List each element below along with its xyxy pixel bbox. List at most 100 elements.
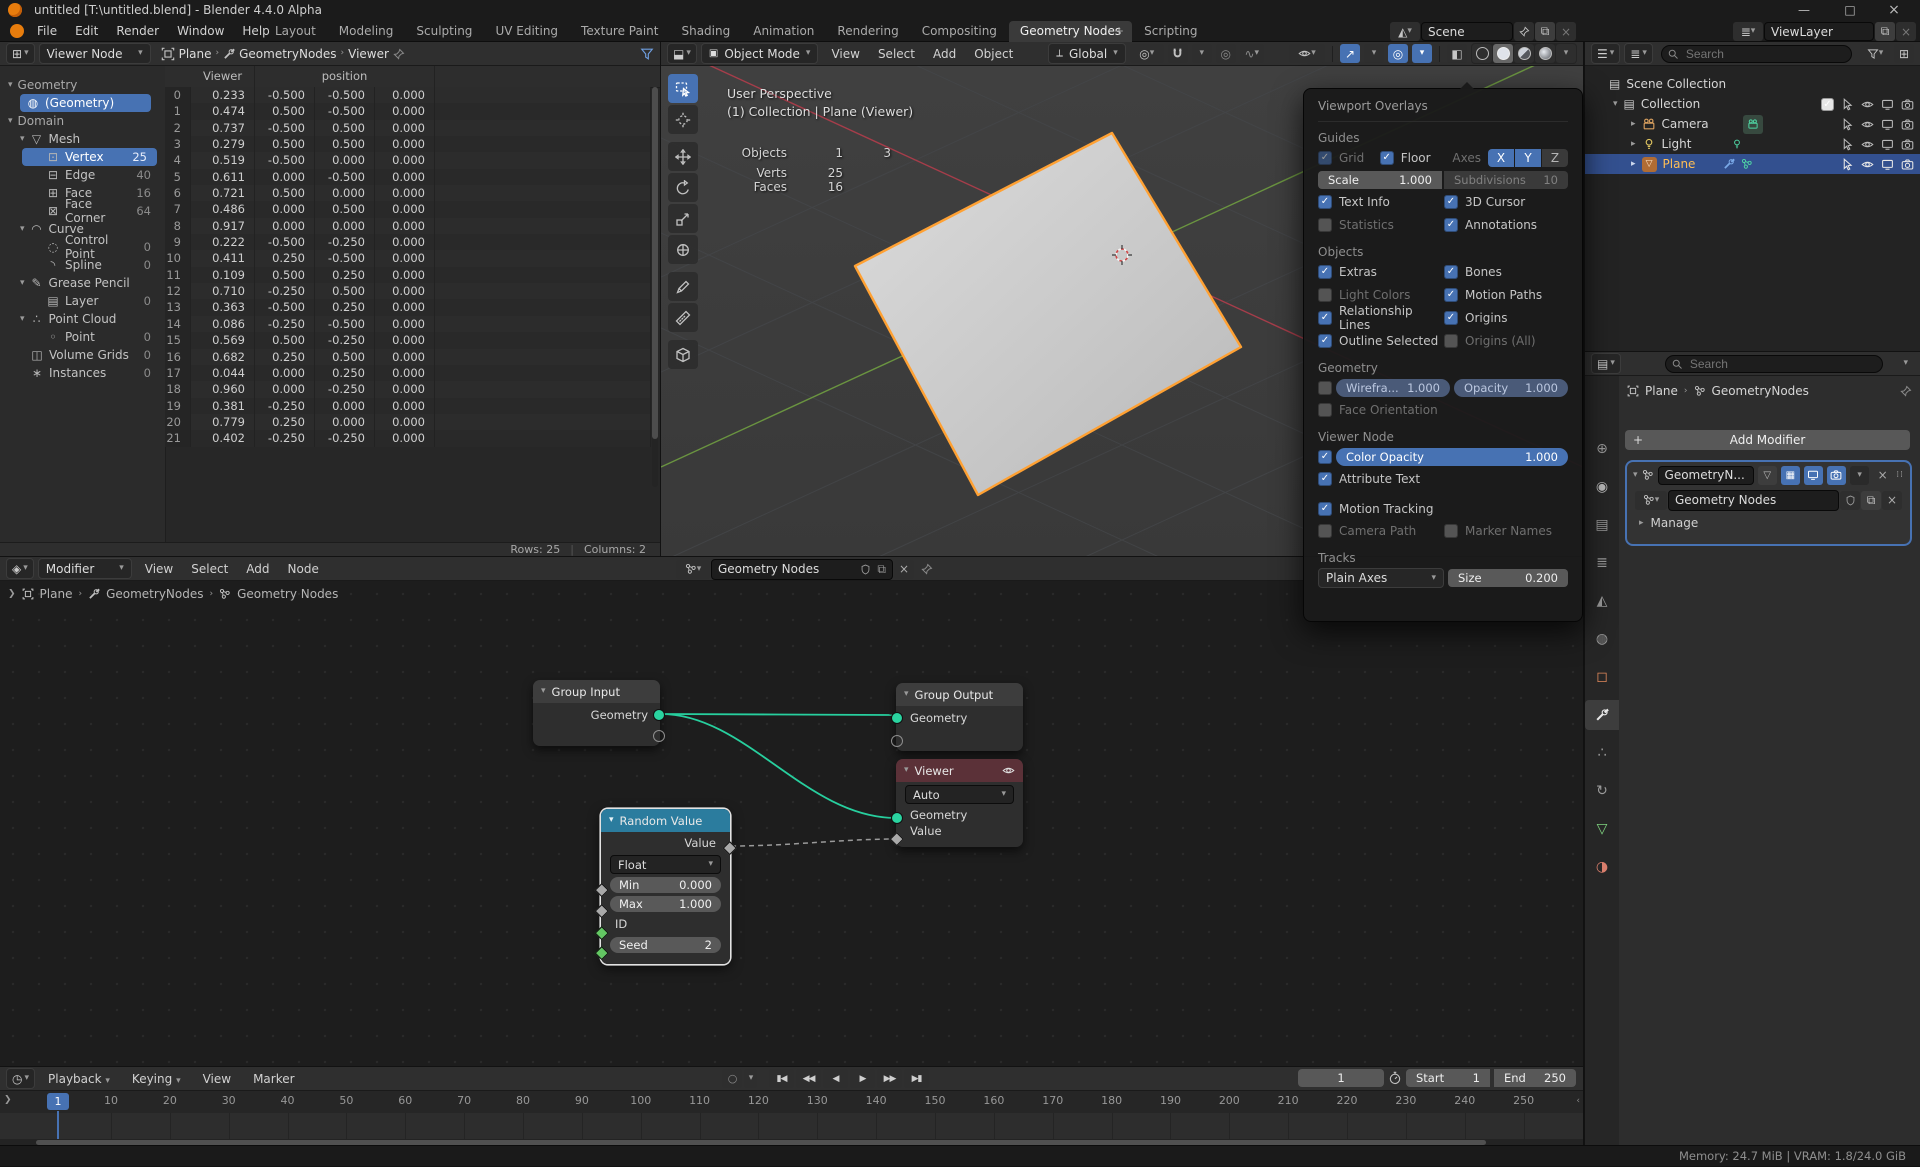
outliner-row-camera[interactable]: ▸ Camera [1585, 114, 1920, 134]
properties-tab-output[interactable]: ▤ [1585, 510, 1619, 540]
options-dropdown[interactable]: ▾ [1897, 359, 1914, 368]
geometry-opacity-slider[interactable]: Opacity1.000 [1454, 379, 1568, 397]
viewport-disable-icon[interactable] [1881, 118, 1894, 131]
table-row[interactable]: 210.402-0.250-0.2500.000 [165, 430, 651, 446]
hide-eye-icon[interactable] [1861, 118, 1874, 131]
node-canvas[interactable] [0, 581, 1583, 1066]
scene-pin-icon[interactable] [1514, 22, 1534, 41]
manage-panel-label[interactable]: Manage [1651, 516, 1699, 530]
tool-measure[interactable] [668, 303, 698, 332]
wireframe-slider[interactable]: Wirefra...1.000 [1336, 379, 1450, 397]
menu-file[interactable]: File [28, 21, 66, 41]
viewlayer-delete-button[interactable]: × [1896, 22, 1916, 41]
tree-item-spline[interactable]: ◝Spline0 [0, 256, 161, 274]
fake-user-shield-icon[interactable] [860, 564, 871, 575]
breadcrumb-modifier[interactable]: GeometryNodes [1712, 384, 1809, 398]
drag-handle-icon[interactable]: ⁞⁞ [1896, 470, 1904, 480]
node-menu-select[interactable]: Select [182, 559, 237, 579]
virtual-output-socket[interactable] [653, 730, 665, 742]
node-tree-type-dropdown[interactable]: Modifier▾ [38, 558, 132, 579]
proportional-edit-toggle[interactable]: ◎ [1216, 44, 1236, 63]
tree-item-geometry[interactable]: ▾Geometry [0, 76, 161, 94]
menu-edit[interactable]: Edit [66, 21, 107, 41]
gizmo-dropdown[interactable]: ▾ [1364, 44, 1384, 63]
filter-dropdown[interactable]: ▾ [1860, 44, 1890, 63]
tab-uv-editing[interactable]: UV Editing [484, 21, 569, 42]
fake-user-shield-button[interactable] [1840, 491, 1860, 510]
outliner-row-plane[interactable]: ▸ ▽ Plane [1585, 154, 1920, 174]
breadcrumb-object[interactable]: Plane [179, 47, 212, 61]
collection-checkbox[interactable] [1821, 98, 1834, 111]
start-frame-field[interactable]: Start1 [1406, 1069, 1490, 1087]
virtual-input-socket[interactable] [891, 735, 903, 747]
display-mode-dropdown[interactable]: ☰▾ [1591, 43, 1620, 64]
filter-mode-dropdown[interactable]: ≣▾ [1624, 43, 1653, 64]
menu-playback[interactable]: Playback ▾ [39, 1069, 119, 1089]
bones-checkbox[interactable] [1444, 265, 1458, 279]
tree-item-mesh[interactable]: ▾▽Mesh [0, 130, 161, 148]
expand-icon[interactable]: ▸ [1631, 140, 1636, 149]
copies-icon[interactable]: ⧉ [877, 562, 886, 577]
motion-tracking-checkbox[interactable] [1318, 502, 1332, 516]
light-colors-checkbox[interactable] [1318, 288, 1332, 302]
input-socket-geometry[interactable] [891, 712, 903, 724]
mesh-data-icon[interactable] [1741, 158, 1753, 170]
modifier-extras-dropdown[interactable]: ▾ [1850, 466, 1869, 485]
viewer-visibility-eye-icon[interactable] [1002, 764, 1015, 777]
selectable-icon[interactable] [1841, 138, 1854, 151]
tool-move[interactable] [668, 142, 698, 171]
breadcrumb-node[interactable]: Viewer [348, 47, 389, 61]
tree-item-edge[interactable]: ⊟Edge40 [0, 166, 161, 184]
tree-item-grease-pencil[interactable]: ▾✎Grease Pencil [0, 274, 161, 292]
hide-eye-icon[interactable] [1861, 98, 1874, 111]
table-row[interactable]: 90.222-0.500-0.2500.000 [165, 234, 651, 250]
overlays-dropdown[interactable]: ▾ [1412, 44, 1432, 63]
viewport-menu-select[interactable]: Select [869, 44, 924, 64]
tab-shading[interactable]: Shading [670, 21, 741, 42]
viewport-disable-icon[interactable] [1881, 98, 1894, 111]
maximize-button[interactable]: □ [1830, 0, 1870, 20]
properties-tab-scene[interactable]: ◭ [1585, 586, 1619, 616]
viewport-disable-icon[interactable] [1881, 158, 1894, 171]
3d-cursor-checkbox[interactable] [1444, 195, 1458, 209]
new-collection-button[interactable]: ⊞ [1894, 44, 1914, 63]
properties-tab-physics[interactable]: ↻ [1585, 776, 1619, 806]
viewport-menu-view[interactable]: View [822, 44, 868, 64]
snap-toggle[interactable] [1168, 44, 1188, 63]
tree-item-point[interactable]: ◦Point0 [0, 328, 161, 346]
timeline-track[interactable] [0, 1113, 1583, 1139]
table-row[interactable]: 10.4740.500-0.5000.000 [165, 103, 651, 119]
table-row[interactable]: 100.4110.250-0.5000.000 [165, 250, 651, 266]
shading-rendered-button[interactable] [1535, 44, 1555, 63]
editor-type-button[interactable]: ◈▾ [6, 558, 34, 579]
tab-modeling[interactable]: Modeling [328, 21, 405, 42]
properties-tab-object[interactable]: ◻ [1585, 662, 1619, 692]
selectable-icon[interactable] [1841, 118, 1854, 131]
node-random-value[interactable]: ▾Random Value Value Float▾ Min0.000 Max1… [601, 809, 730, 964]
jump-to-start-button[interactable]: ▮◀ [769, 1069, 794, 1088]
node-group-output[interactable]: ▾Group Output Geometry [896, 683, 1023, 751]
table-row[interactable]: 20.737-0.5000.5000.000 [165, 120, 651, 136]
viewport-disable-icon[interactable] [1881, 138, 1894, 151]
unlink-node-group-button[interactable]: × [1882, 491, 1902, 510]
snap-dropdown[interactable]: ▾ [1192, 44, 1212, 63]
viewlayer-name[interactable]: ViewLayer [1764, 22, 1874, 41]
max-field[interactable]: Max1.000 [610, 896, 721, 912]
tool-rotate[interactable] [668, 173, 698, 202]
table-row[interactable]: 180.9600.000-0.2500.000 [165, 381, 651, 397]
tree-item-instances[interactable]: ∗Instances0 [0, 364, 161, 382]
motion-paths-checkbox[interactable] [1444, 288, 1458, 302]
table-row[interactable]: 170.0440.0000.2500.000 [165, 365, 651, 381]
node-menu-node[interactable]: Node [279, 559, 328, 579]
axis-x-toggle[interactable]: X [1488, 149, 1514, 167]
seed-field[interactable]: Seed2 [610, 937, 721, 953]
scene-icon[interactable]: ◭ ▾ [1390, 22, 1420, 41]
end-frame-field[interactable]: End250 [1494, 1069, 1576, 1087]
table-row[interactable]: 120.710-0.2500.5000.000 [165, 283, 651, 299]
axis-y-toggle[interactable]: Y [1515, 149, 1541, 167]
jump-prev-keyframe-button[interactable]: ◀◀ [796, 1069, 821, 1088]
tool-annotate[interactable] [668, 272, 698, 301]
shading-material-button[interactable] [1514, 44, 1534, 63]
properties-tab-tool[interactable]: ⊕ [1585, 434, 1619, 464]
axis-z-toggle[interactable]: Z [1542, 149, 1568, 167]
